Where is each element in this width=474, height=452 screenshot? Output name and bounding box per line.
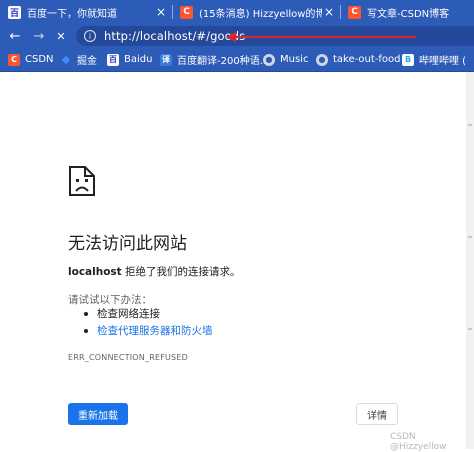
bookmark-baidu-fanyi[interactable]: 译 百度翻译-200种语... (160, 48, 269, 71)
tab-strip: 百 百度一下，你就知道 × C (15条消息) Hizzyellow的博客_C … (0, 0, 474, 24)
suggestion-text[interactable]: 检查代理服务器和防火墙 (97, 323, 213, 338)
annotation-arrow-head (226, 32, 236, 42)
sad-page-icon (69, 166, 95, 196)
csdn-c-icon: C (348, 5, 361, 19)
forward-button[interactable]: → (28, 24, 50, 48)
tab-baidu[interactable]: 百 百度一下，你就知道 × (0, 0, 172, 24)
close-icon[interactable]: × (322, 5, 336, 19)
bookmark-label: 掘金 (77, 56, 97, 67)
info-icon[interactable]: i (84, 30, 96, 42)
globe-icon: ● (316, 53, 328, 66)
tab-title: 百度一下，你就知道 (27, 8, 117, 20)
suggestion-link[interactable]: 检查代理服务器和防火墙 (84, 323, 213, 338)
error-message-text: 拒绝了我们的连接请求。 (121, 266, 241, 278)
bookmark-label: 百度翻译-200种语... (177, 56, 270, 67)
bullet-icon (84, 328, 88, 333)
scrollbar[interactable] (466, 72, 474, 449)
bookmark-label: take-out-food (333, 54, 401, 65)
host-name: localhost (68, 266, 122, 278)
bookmark-baidu[interactable]: 百 Baidu (107, 48, 152, 71)
tab-csdn-blog[interactable]: C (15条消息) Hizzyellow的博客_C × (172, 0, 340, 24)
watermark: CSDN @Hizzyellow (390, 432, 447, 452)
suggestion-text: 检查网络连接 (97, 308, 160, 320)
back-button[interactable]: ← (4, 24, 26, 48)
scrollbar-marker (468, 124, 472, 126)
bookmark-label: Baidu (124, 54, 153, 65)
baidu-icon: 百 (107, 53, 119, 66)
juejin-icon: ◆ (61, 53, 71, 66)
bookmarks-bar: C CSDN ◆ 掘金 百 Baidu 译 百度翻译-200种语... ● Mu… (0, 48, 474, 72)
error-message: localhost 拒绝了我们的连接请求。 (68, 264, 241, 279)
details-button[interactable]: 详情 (356, 403, 398, 425)
tab-csdn-write[interactable]: C 写文章-CSDN博客 (340, 0, 474, 24)
baidu-paw-icon: 百 (8, 5, 21, 19)
bookmark-music[interactable]: ● Music (263, 48, 308, 71)
scrollbar-marker (468, 328, 472, 330)
bookmark-bilibili[interactable]: B 哔哩哔哩 ( (402, 48, 466, 71)
close-icon[interactable]: × (154, 5, 168, 19)
try-label: 请试试以下办法： (68, 294, 152, 306)
tab-title: (15条消息) Hizzyellow的博客_C (199, 8, 322, 20)
error-heading: 无法访问此网站 (68, 234, 187, 254)
bilibili-icon: B (402, 53, 414, 66)
stop-button[interactable]: ✕ (50, 24, 72, 48)
bullet-icon (84, 311, 88, 316)
error-code: ERR_CONNECTION_REFUSED (68, 353, 188, 362)
bookmark-take-out-food[interactable]: ● take-out-food (316, 48, 401, 71)
url-text[interactable]: http://localhost/#/goods (104, 29, 245, 43)
bookmark-juejin[interactable]: ◆ 掘金 (60, 48, 97, 71)
bookmark-label: Music (280, 54, 309, 65)
bookmark-label: CSDN (25, 54, 54, 65)
globe-icon: ● (263, 53, 275, 66)
reload-button[interactable]: 重新加载 (68, 403, 128, 425)
tab-title: 写文章-CSDN博客 (367, 8, 450, 20)
suggestion-item: 检查网络连接 (84, 306, 160, 321)
csdn-icon: C (8, 53, 20, 66)
translate-icon: 译 (160, 53, 172, 66)
annotation-arrow-line (232, 36, 416, 38)
bookmark-label: 哔哩哔哩 ( (419, 56, 467, 67)
bookmark-csdn[interactable]: C CSDN (8, 48, 54, 71)
csdn-c-icon: C (180, 5, 193, 19)
scrollbar-marker (468, 236, 472, 238)
